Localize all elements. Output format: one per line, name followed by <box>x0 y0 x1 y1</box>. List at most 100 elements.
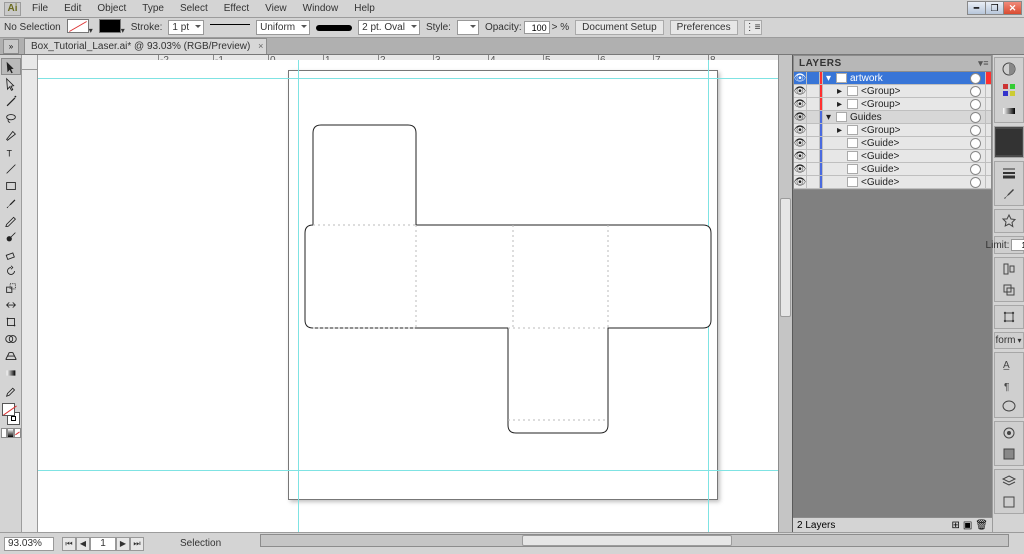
direct-selection-tool[interactable] <box>1 75 21 92</box>
tab-scroll-button[interactable]: » <box>3 39 19 54</box>
color-mode-none[interactable] <box>14 428 21 438</box>
pager-prev-button[interactable]: ◀ <box>76 537 90 551</box>
magic-wand-tool[interactable] <box>1 92 21 109</box>
align-panel-icon[interactable] <box>998 260 1020 278</box>
horizontal-scrollbar[interactable] <box>260 534 1009 547</box>
layer-row[interactable]: 👁 ▸ <Group> <box>794 98 991 111</box>
layer-row[interactable]: 👁 <Guide> <box>794 163 991 176</box>
preferences-button[interactable]: Preferences <box>670 20 738 35</box>
disclosure-icon[interactable]: ▾ <box>823 73 834 84</box>
layer-name[interactable]: <Guide> <box>860 138 970 149</box>
pager-last-button[interactable]: ⏭ <box>130 537 144 551</box>
color-mode-buttons[interactable] <box>1 428 21 438</box>
vertical-scrollbar[interactable] <box>778 55 792 532</box>
layer-row[interactable]: 👁 <Guide> <box>794 150 991 163</box>
target-icon[interactable] <box>970 112 981 123</box>
color-mode-gradient[interactable] <box>7 428 14 438</box>
artboards-panel-icon[interactable] <box>998 493 1020 511</box>
character-panel-icon[interactable]: A̲ <box>998 355 1020 373</box>
fill-swatch[interactable]: ▾ <box>67 19 93 36</box>
document-setup-button[interactable]: Document Setup <box>575 20 664 35</box>
shape-builder-tool[interactable] <box>1 330 21 347</box>
layer-name[interactable]: <Guide> <box>860 164 970 175</box>
visibility-icon[interactable]: 👁 <box>794 98 807 110</box>
eraser-tool[interactable] <box>1 245 21 262</box>
layers-panel-icon[interactable] <box>998 472 1020 490</box>
transform-panel-icon[interactable] <box>998 308 1020 326</box>
rectangle-tool[interactable] <box>1 177 21 194</box>
gradient-panel-icon[interactable] <box>998 102 1020 120</box>
target-icon[interactable] <box>970 73 981 84</box>
symbols-panel-icon[interactable] <box>998 212 1020 230</box>
pager-first-button[interactable]: ⏮ <box>62 537 76 551</box>
menu-object[interactable]: Object <box>90 1 133 16</box>
pencil-tool[interactable] <box>1 211 21 228</box>
target-icon[interactable] <box>970 86 981 97</box>
lasso-tool[interactable] <box>1 109 21 126</box>
opentype-panel-icon[interactable] <box>998 397 1020 415</box>
pager-next-button[interactable]: ▶ <box>116 537 130 551</box>
menu-file[interactable]: File <box>25 1 55 16</box>
menu-view[interactable]: View <box>258 1 294 16</box>
selection-tool[interactable] <box>1 58 21 75</box>
eyedropper-tool[interactable] <box>1 381 21 398</box>
brush-combo[interactable]: 2 pt. Oval <box>358 20 420 35</box>
gradient-tool[interactable] <box>1 364 21 381</box>
delete-layer-icon[interactable]: 🗑 <box>975 520 988 531</box>
menu-type[interactable]: Type <box>135 1 171 16</box>
disclosure-icon[interactable]: ▾ <box>823 112 834 123</box>
opacity-input[interactable] <box>524 21 550 34</box>
stroke-swatch[interactable]: ▾ <box>99 19 125 36</box>
stroke-profile-combo[interactable]: Uniform <box>256 20 310 35</box>
blob-brush-tool[interactable] <box>1 228 21 245</box>
stroke-panel-icon[interactable] <box>998 164 1020 182</box>
type-tool[interactable]: T <box>1 143 21 160</box>
canvas-stage[interactable] <box>38 70 792 532</box>
graphic-styles-panel-icon[interactable] <box>998 445 1020 463</box>
target-icon[interactable] <box>970 99 981 110</box>
menu-help[interactable]: Help <box>347 1 382 16</box>
layer-name[interactable]: artwork <box>849 73 970 84</box>
layer-row[interactable]: 👁 ▸ <Group> <box>794 85 991 98</box>
zoom-field[interactable]: 93.03% <box>4 537 54 551</box>
width-tool[interactable] <box>1 296 21 313</box>
layer-name[interactable]: <Guide> <box>860 151 970 162</box>
window-minimize-button[interactable]: ━ <box>967 1 986 15</box>
perspective-grid-tool[interactable] <box>1 347 21 364</box>
layers-panel-tab[interactable]: LAYERS ▾≡ <box>794 56 991 72</box>
layer-name[interactable]: <Group> <box>860 125 970 136</box>
window-maximize-button[interactable]: ❐ <box>985 1 1004 15</box>
new-sublayer-icon[interactable]: ⊞ <box>951 520 959 531</box>
fill-color-box[interactable] <box>2 403 15 416</box>
box-net-shape[interactable] <box>303 125 713 448</box>
guide-horizontal[interactable] <box>38 470 792 471</box>
color-mode-solid[interactable] <box>1 428 8 438</box>
stroke-weight-combo[interactable]: 1 pt <box>168 20 204 35</box>
visibility-icon[interactable]: 👁 <box>794 85 807 97</box>
fill-stroke-indicator[interactable] <box>1 402 21 426</box>
free-transform-tool[interactable] <box>1 313 21 330</box>
options-overflow-button[interactable]: ⋮≡ <box>744 20 762 35</box>
color-preview[interactable] <box>996 129 1022 155</box>
document-tab[interactable]: Box_Tutorial_Laser.ai* @ 93.03% (RGB/Pre… <box>24 38 267 54</box>
line-tool[interactable] <box>1 160 21 177</box>
visibility-icon[interactable]: 👁 <box>794 111 807 123</box>
close-icon[interactable]: × <box>258 41 263 51</box>
appearance-panel-icon[interactable] <box>998 424 1020 442</box>
scale-tool[interactable] <box>1 279 21 296</box>
layer-row-guides[interactable]: 👁 ▾ Guides <box>794 111 991 124</box>
paragraph-panel-icon[interactable]: ¶ <box>998 376 1020 394</box>
layer-row[interactable]: 👁 ▸ <Group> <box>794 124 991 137</box>
swatches-panel-icon[interactable] <box>998 81 1020 99</box>
panel-menu-icon[interactable]: ▾≡ <box>978 58 989 69</box>
style-combo[interactable] <box>457 20 479 35</box>
window-close-button[interactable]: ✕ <box>1003 1 1022 15</box>
guide-horizontal[interactable] <box>38 78 792 79</box>
pager-number[interactable]: 1 <box>90 537 116 551</box>
menu-select[interactable]: Select <box>173 1 215 16</box>
layer-name[interactable]: <Group> <box>860 86 970 97</box>
miter-limit-field[interactable]: Limit: <box>994 236 1024 254</box>
layer-name[interactable]: Guides <box>849 112 970 123</box>
visibility-icon[interactable]: 👁 <box>794 72 807 84</box>
rotate-tool[interactable] <box>1 262 21 279</box>
